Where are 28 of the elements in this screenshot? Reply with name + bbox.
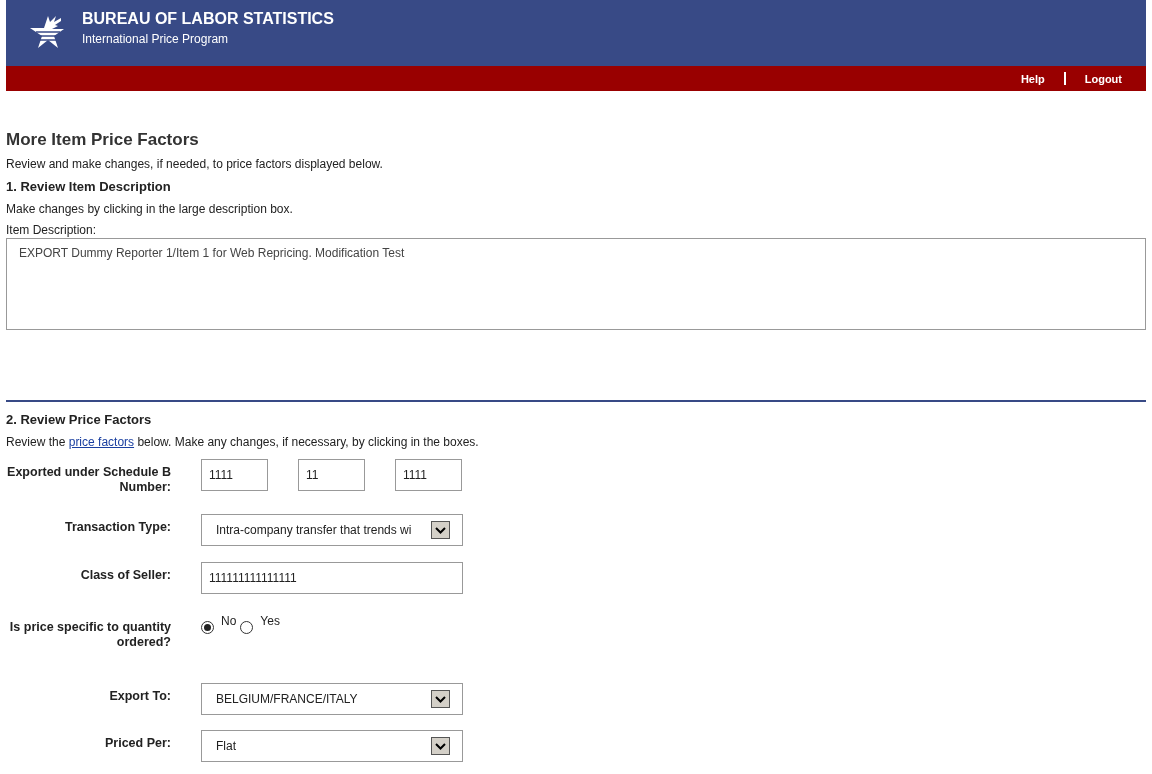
- field-label: Exported under Schedule B Number:: [6, 464, 171, 495]
- description-field[interactable]: EXPORT Dummy Reporter 1/Item 1 for Web Repricing. Modification Test: [6, 238, 1146, 330]
- section-note: Make changes by clicking in the large description box.: [6, 202, 294, 216]
- field-label: Transaction Type:: [63, 519, 171, 535]
- radio-label: Yes: [260, 614, 280, 628]
- site-subtitle: International Price Program: [82, 32, 230, 46]
- input-field[interactable]: 11: [298, 459, 365, 491]
- nav-link[interactable]: Help: [1020, 72, 1045, 85]
- section-note: Review the price factors below. Make any changes, if necessary, by clicking in the boxes.: [6, 435, 480, 449]
- page-title: More Item Price Factors: [6, 130, 200, 150]
- nav-link[interactable]: Logout: [1084, 72, 1122, 85]
- field-label: Priced Per:: [104, 735, 171, 751]
- intro-text: Review and make changes, if needed, to price factors displayed below.: [6, 157, 384, 171]
- field-label: Export To:: [108, 688, 171, 704]
- dropdown-field[interactable]: Flat: [201, 730, 463, 762]
- field-label: Item Description:: [6, 223, 98, 237]
- price-factors-link[interactable]: price factors: [68, 435, 135, 449]
- dropdown-field[interactable]: Intra-company transfer that trends wi: [201, 514, 463, 546]
- input-field[interactable]: 1111: [395, 459, 462, 491]
- radio-label: No: [221, 614, 237, 628]
- site-title: BUREAU OF LABOR STATISTICS: [82, 10, 334, 28]
- section-heading: 2. Review Price Factors: [6, 412, 153, 428]
- section-heading: 1. Review Item Description: [6, 179, 172, 195]
- input-field[interactable]: 111111111111111: [201, 562, 463, 594]
- dropdown-field[interactable]: BELGIUM/FRANCE/ITALY: [201, 683, 463, 715]
- field-label: Class of Seller:: [79, 567, 171, 583]
- input-field[interactable]: 1111: [201, 459, 268, 491]
- field-label: Is price specific to quantity ordered?: [8, 619, 171, 650]
